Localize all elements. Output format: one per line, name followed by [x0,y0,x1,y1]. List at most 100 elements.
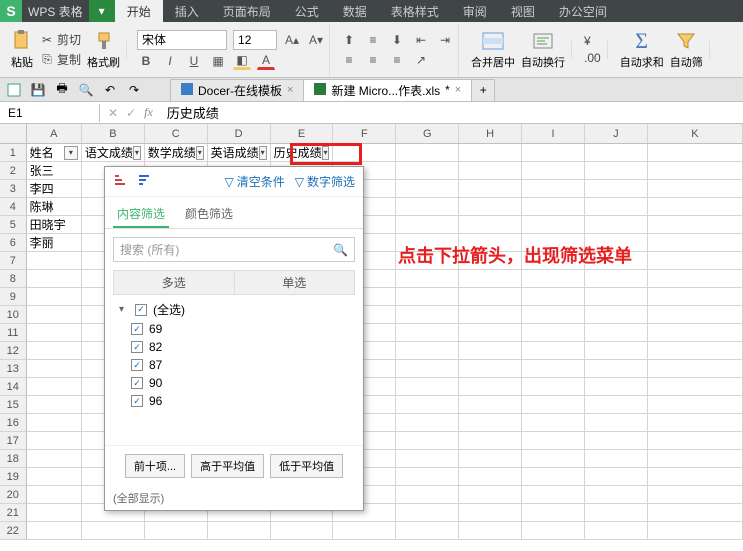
cell-K10[interactable] [648,306,743,324]
bold-button[interactable]: B [137,52,155,70]
align-mid-icon[interactable]: ≡ [364,31,382,49]
cell-K17[interactable] [648,432,743,450]
cell-K6[interactable] [648,234,743,252]
cell-A6[interactable]: 李丽 [27,234,82,252]
title-dropdown[interactable]: ▾ [89,0,115,22]
filter-col-multi[interactable]: 多选 [114,271,235,294]
row-header-1[interactable]: 1 [0,144,27,162]
formula-value[interactable]: 历史成绩 [161,103,219,122]
cell-A9[interactable] [27,288,82,306]
cell-D1[interactable]: 英语成绩▾ [208,144,271,162]
cell-I9[interactable] [522,288,585,306]
cell-J3[interactable] [585,180,648,198]
cell-G8[interactable] [396,270,459,288]
col-header-K[interactable]: K [648,124,743,143]
row-header-7[interactable]: 7 [0,252,27,270]
filter-item-0[interactable]: ✓69 [113,320,355,338]
sort-desc-icon[interactable] [137,174,155,190]
cell-K19[interactable] [648,468,743,486]
row-header-19[interactable]: 19 [0,468,27,486]
cell-K15[interactable] [648,396,743,414]
align-top-icon[interactable]: ⬆ [340,31,358,49]
col-header-D[interactable]: D [208,124,271,143]
cell-A11[interactable] [27,324,82,342]
cell-G5[interactable] [396,216,459,234]
cell-G9[interactable] [396,288,459,306]
filter-top10-button[interactable]: 前十项... [125,454,185,478]
cell-A16[interactable] [27,414,82,432]
cell-I2[interactable] [522,162,585,180]
undo-icon[interactable]: ↶ [102,82,118,98]
cell-H19[interactable] [459,468,522,486]
cell-F22[interactable] [333,522,396,540]
tab-close-icon[interactable]: × [455,84,461,96]
cell-H5[interactable] [459,216,522,234]
cell-K12[interactable] [648,342,743,360]
filter-search-input[interactable]: 搜索 (所有) 🔍 [113,237,355,262]
row-header-10[interactable]: 10 [0,306,27,324]
orient-icon[interactable]: ↗ [412,51,430,69]
cell-C1[interactable]: 数学成绩▾ [145,144,208,162]
font-color-button[interactable]: A [257,52,275,70]
filter-dropdown-c[interactable]: ▾ [196,146,204,160]
cell-K2[interactable] [648,162,743,180]
cell-I17[interactable] [522,432,585,450]
decimal-button[interactable]: .00 [582,50,603,66]
sort-asc-icon[interactable] [113,174,131,190]
cell-E22[interactable] [271,522,334,540]
cell-J22[interactable] [585,522,648,540]
cell-G12[interactable] [396,342,459,360]
row-header-3[interactable]: 3 [0,180,27,198]
cell-G4[interactable] [396,198,459,216]
format-painter-button[interactable]: 格式刷 [85,27,122,72]
cell-K8[interactable] [648,270,743,288]
cell-I21[interactable] [522,504,585,522]
cell-K4[interactable] [648,198,743,216]
row-header-20[interactable]: 20 [0,486,27,504]
cell-I4[interactable] [522,198,585,216]
cell-H2[interactable] [459,162,522,180]
menu-item-2[interactable]: 页面布局 [211,0,283,22]
cell-A13[interactable] [27,360,82,378]
cell-J10[interactable] [585,306,648,324]
paste-button[interactable]: 粘贴 [8,27,36,72]
row-header-16[interactable]: 16 [0,414,27,432]
cell-A20[interactable] [27,486,82,504]
cell-G11[interactable] [396,324,459,342]
cell-H4[interactable] [459,198,522,216]
cell-H18[interactable] [459,450,522,468]
cell-J4[interactable] [585,198,648,216]
cell-I10[interactable] [522,306,585,324]
row-header-15[interactable]: 15 [0,396,27,414]
cell-I18[interactable] [522,450,585,468]
fx-accept-icon[interactable]: ✓ [126,106,136,120]
cell-H22[interactable] [459,522,522,540]
cell-J1[interactable] [585,144,648,162]
cell-K22[interactable] [648,522,743,540]
fx-cancel-icon[interactable]: ✕ [108,106,118,120]
row-header-22[interactable]: 22 [0,522,27,540]
menu-item-3[interactable]: 公式 [283,0,331,22]
row-header-6[interactable]: 6 [0,234,27,252]
col-header-A[interactable]: A [27,124,82,143]
cell-I16[interactable] [522,414,585,432]
cell-J14[interactable] [585,378,648,396]
filter-tab-content[interactable]: 内容筛选 [113,201,169,228]
row-header-17[interactable]: 17 [0,432,27,450]
cell-K21[interactable] [648,504,743,522]
row-header-4[interactable]: 4 [0,198,27,216]
menu-item-4[interactable]: 数据 [331,0,379,22]
cell-G21[interactable] [396,504,459,522]
cell-A14[interactable] [27,378,82,396]
cell-J21[interactable] [585,504,648,522]
fx-icon[interactable]: fx [144,105,153,120]
clear-filter-link[interactable]: ▽清空条件 [225,173,285,190]
filter-dropdown-e[interactable]: ▾ [322,146,330,160]
new-icon[interactable] [6,82,22,98]
cell-G17[interactable] [396,432,459,450]
filter-tab-color[interactable]: 颜色筛选 [181,201,237,228]
menu-item-6[interactable]: 审阅 [451,0,499,22]
cell-A8[interactable] [27,270,82,288]
select-all-corner[interactable] [0,124,27,143]
align-left-icon[interactable]: ≡ [340,51,358,69]
